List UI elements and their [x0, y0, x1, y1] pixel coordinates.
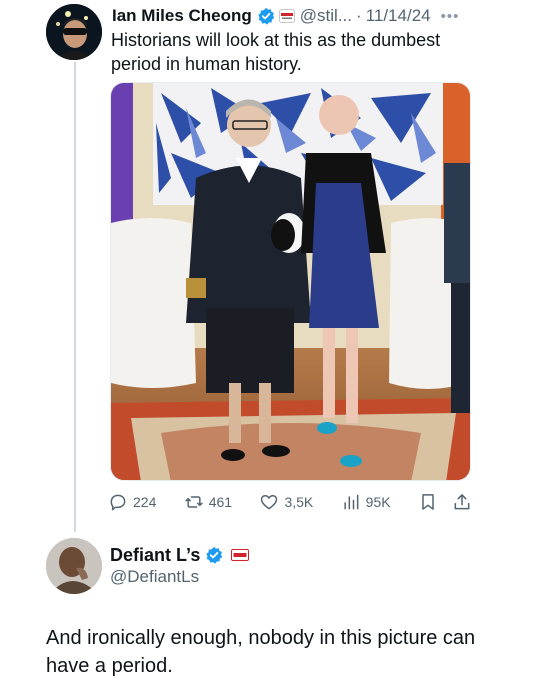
more-icon[interactable]: ••• [441, 8, 460, 25]
rtm-affiliation-icon [231, 549, 250, 561]
reply-avatar-image [46, 538, 102, 594]
reply-author-handle[interactable]: @DefiantLs [110, 567, 199, 587]
tweet-photo[interactable] [110, 82, 471, 481]
reply-author-avatar[interactable] [46, 538, 102, 594]
share-button[interactable] [452, 492, 472, 512]
bookmark-button[interactable] [418, 492, 438, 512]
reply-text: And ironically enough, nobody in this pi… [46, 627, 476, 677]
bookmark-icon [422, 494, 434, 510]
photo-image [111, 83, 470, 480]
author-handle[interactable]: @stil... [300, 6, 352, 26]
tweet-actions: 224 461 3,5K 95K [108, 490, 472, 514]
tweet-date[interactable]: 11/14/24 [366, 6, 431, 26]
like-button[interactable]: 3,5K [259, 492, 313, 512]
thread-connector-line [74, 62, 76, 532]
reply-header: Defiant L’s [110, 543, 250, 567]
reply-count: 224 [133, 494, 157, 510]
views-count: 95K [365, 494, 391, 510]
heart-icon [261, 495, 278, 510]
avatar-image [46, 4, 102, 60]
share-icon [454, 494, 470, 510]
views-button[interactable]: 95K [341, 492, 391, 512]
tweet-text: Historians will look at this as the dumb… [111, 30, 441, 74]
like-count: 3,5K [284, 494, 314, 510]
verified-badge-icon [258, 7, 274, 25]
reply-author-name[interactable]: Defiant L’s [110, 545, 200, 566]
views-chart-icon [344, 494, 359, 510]
reply-verified-badge-icon [206, 546, 223, 564]
tweet-header: Ian Miles Cheong @stil... · 11/14/24 ••• [112, 3, 528, 29]
separator-dot: · [356, 6, 362, 25]
repost-count: 461 [208, 494, 233, 510]
author-name[interactable]: Ian Miles Cheong [112, 6, 252, 26]
author-avatar[interactable] [46, 4, 102, 60]
affiliation-badge-icon [278, 9, 295, 23]
reply-icon [110, 494, 126, 511]
repost-icon [185, 496, 203, 508]
repost-button[interactable]: 461 [184, 492, 232, 512]
reply-button[interactable]: 224 [108, 492, 156, 512]
